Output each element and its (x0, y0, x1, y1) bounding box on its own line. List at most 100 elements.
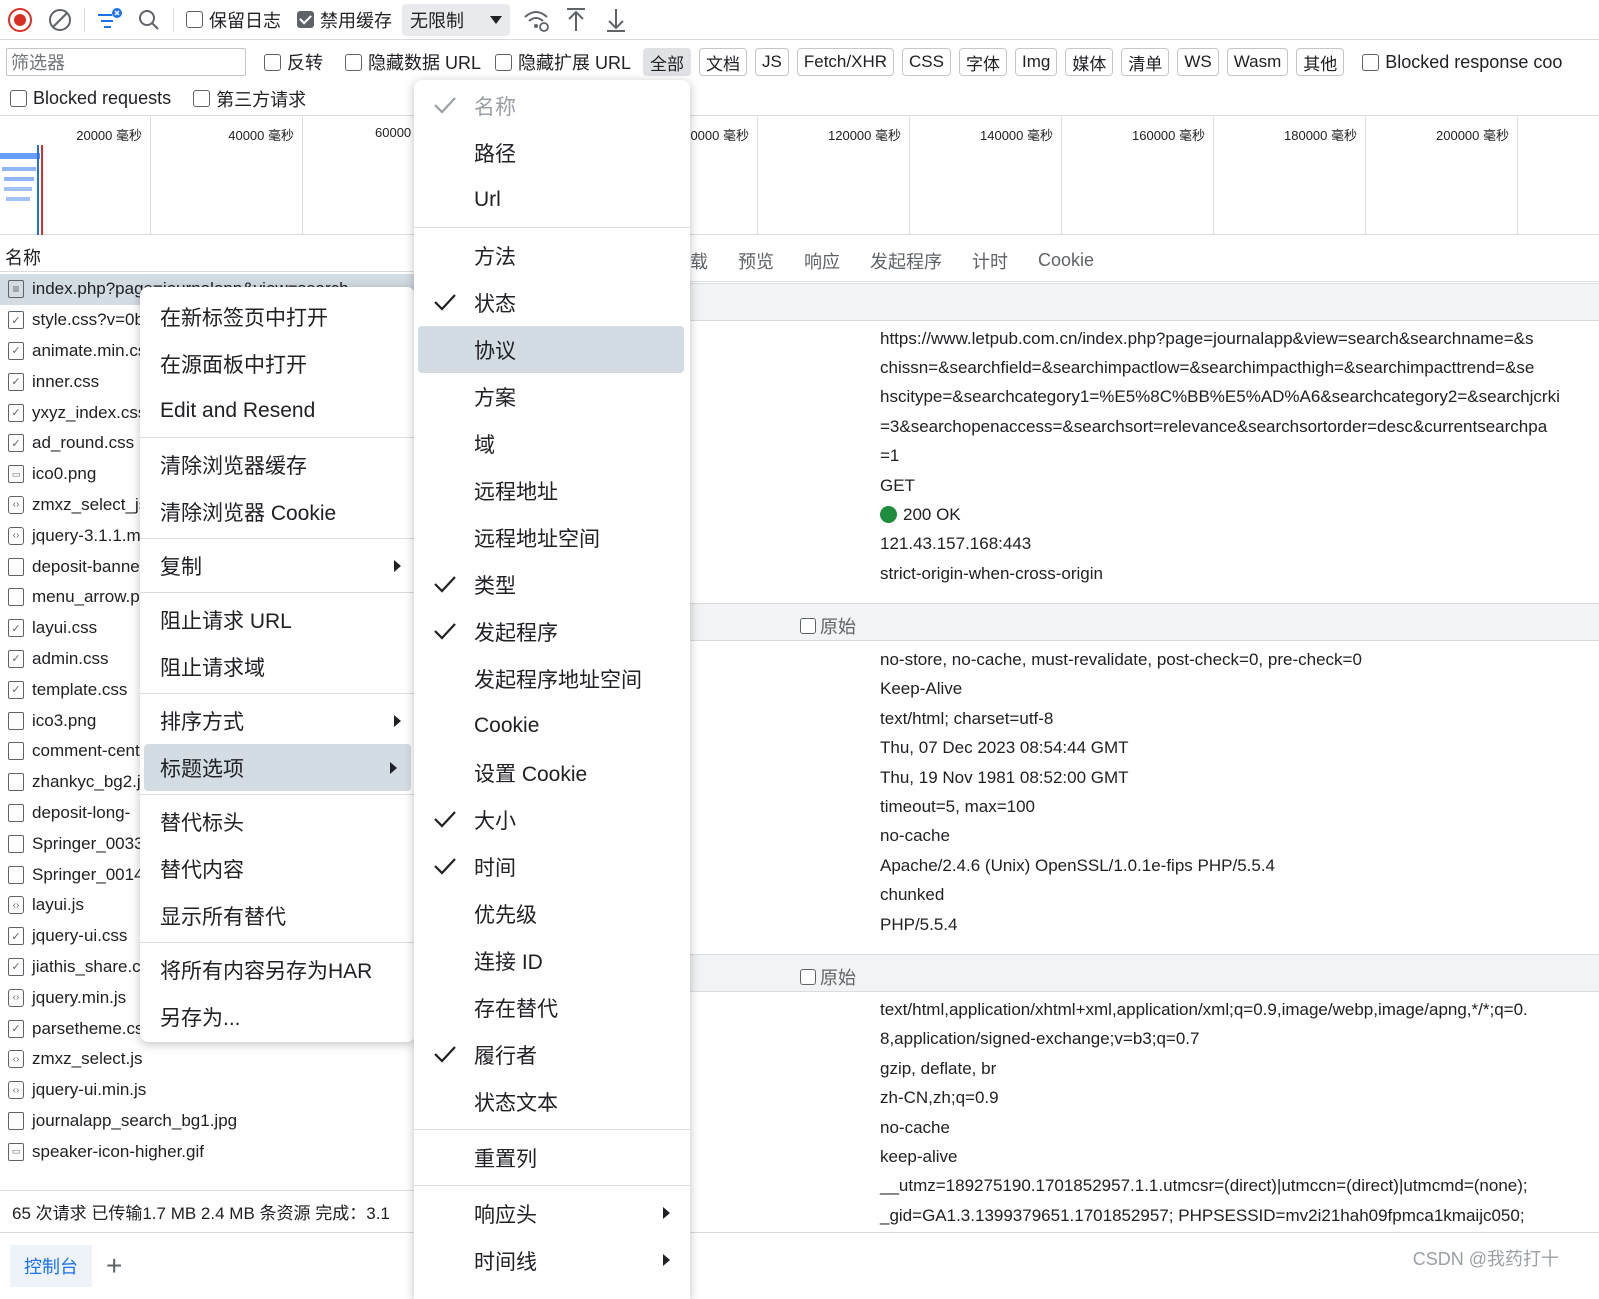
column-option-item[interactable]: 发起程序 (414, 608, 690, 655)
filter-toggle-button[interactable] (89, 2, 129, 38)
name-column-header[interactable]: 名称 (0, 236, 420, 272)
column-option-item[interactable]: 方法 (414, 232, 690, 279)
type-filter-all[interactable]: 全部 (643, 48, 692, 76)
column-option-item[interactable]: 响应头 (414, 1190, 690, 1237)
hide-extension-urls-checkbox[interactable]: 隐藏扩展 URL (495, 49, 631, 75)
menu-item-open-in-new-tab[interactable]: 在新标签页中打开 (140, 293, 415, 340)
column-option-item[interactable]: 协议 (418, 326, 684, 373)
menu-item-show-all-overrides[interactable]: 显示所有替代 (140, 892, 415, 939)
tab-cookies[interactable]: Cookie (1038, 250, 1094, 271)
menu-item-save-all-as-har[interactable]: 将所有内容另存为HAR (140, 946, 415, 993)
column-option-item[interactable]: 存在替代 (414, 984, 690, 1031)
header-options-submenu: 名称 路径 Url 方法 状态 协议 方案域远程地址 远程地址空间 类型 发起程序 发起程序地址空间… (414, 80, 690, 1299)
general-section-header[interactable] (690, 283, 1599, 321)
type-filter-css[interactable]: CSS (902, 48, 951, 76)
tab-initiator[interactable]: 发起程序 (870, 248, 942, 274)
search-button[interactable] (129, 2, 169, 38)
type-filter-doc[interactable]: 文档 (699, 48, 748, 76)
column-option-item[interactable]: Cookie (414, 702, 690, 749)
request-name: style.css?v=0b (32, 310, 144, 330)
column-option-item[interactable]: 远程地址 (414, 467, 690, 514)
type-filter-fetch-xhr[interactable]: Fetch/XHR (796, 48, 895, 76)
menu-item-save-as[interactable]: 另存为... (140, 993, 415, 1040)
import-har-button[interactable] (556, 2, 596, 38)
hide-extension-urls-label: 隐藏扩展 URL (518, 53, 632, 73)
checkbox-checked-icon (297, 11, 314, 28)
drawer-tab-bar: 控制台 + (0, 1232, 1599, 1299)
column-option-item[interactable]: 优先级 (414, 890, 690, 937)
column-option-item[interactable]: 方案 (414, 373, 690, 420)
type-filter-manifest[interactable]: 清单 (1121, 48, 1170, 76)
overview-tick: 20000 毫秒 (76, 128, 142, 143)
menu-item-block-domain[interactable]: 阻止请求域 (140, 643, 415, 690)
overview-column: 160000 毫秒 (1062, 117, 1214, 235)
disable-cache-checkbox[interactable]: 禁用缓存 (297, 7, 392, 33)
stop-recording-button[interactable] (0, 2, 40, 38)
menu-item-header-options[interactable]: 标题选项 (144, 744, 411, 791)
column-option-item[interactable]: 时间线 (414, 1237, 690, 1284)
raw-headers-checkbox[interactable]: 原始 (800, 964, 856, 990)
type-filter-other[interactable]: 其他 (1296, 48, 1345, 76)
menu-item-label: 复制 (160, 555, 202, 579)
tab-console[interactable]: 控制台 (10, 1245, 92, 1287)
network-conditions-button[interactable] (516, 2, 556, 38)
checkmark-icon (434, 1046, 456, 1063)
column-option-item[interactable]: 时间 (414, 843, 690, 890)
preserve-log-checkbox[interactable]: 保留日志 (186, 7, 281, 33)
type-filter-img[interactable]: Img (1014, 48, 1058, 76)
menu-item-edit-and-resend[interactable]: Edit and Resend (140, 387, 415, 434)
script-icon (8, 526, 24, 545)
type-filter-media[interactable]: 媒体 (1065, 48, 1114, 76)
tab-payload[interactable]: 载 (690, 248, 708, 274)
blocked-response-cookies-checkbox[interactable]: Blocked response coo (1362, 52, 1562, 73)
third-party-checkbox[interactable]: 第三方请求 (193, 86, 306, 112)
table-row[interactable]: jquery-ui.min.js (0, 1075, 420, 1106)
type-filter-ws[interactable]: WS (1177, 48, 1219, 76)
table-row[interactable]: journalapp_search_bg1.jpg (0, 1106, 420, 1137)
request-name: deposit-banner (32, 556, 146, 576)
file-icon (8, 1111, 24, 1130)
menu-item-copy[interactable]: 复制 (140, 542, 415, 589)
type-filter-font[interactable]: 字体 (958, 48, 1007, 76)
request-headers-section-header[interactable]: 原始 (690, 954, 1599, 992)
response-headers-section-header[interactable]: 原始 (690, 603, 1599, 641)
column-option-item[interactable]: 履行者 (414, 1031, 690, 1078)
column-option-item[interactable]: 大小 (414, 796, 690, 843)
type-filter-js[interactable]: JS (755, 48, 789, 76)
blocked-requests-checkbox[interactable]: Blocked requests (10, 88, 171, 109)
add-tab-button[interactable]: + (106, 1250, 122, 1282)
stylesheet-icon (8, 372, 24, 391)
tab-response[interactable]: 响应 (804, 248, 840, 274)
tab-timing[interactable]: 计时 (972, 248, 1008, 274)
menu-item-override-headers[interactable]: 替代标头 (140, 798, 415, 845)
column-option-item[interactable]: Url (414, 176, 690, 223)
column-option-item[interactable]: 发起程序地址空间 (414, 655, 690, 702)
column-option-item[interactable]: 连接 ID (414, 937, 690, 984)
throttling-select[interactable]: 无限制 (402, 3, 510, 36)
column-option-item[interactable]: 域 (414, 420, 690, 467)
column-option-item[interactable]: 状态文本 (414, 1078, 690, 1125)
hide-data-urls-checkbox[interactable]: 隐藏数据 URL (345, 49, 481, 75)
column-option-item[interactable]: 设置 Cookie (414, 749, 690, 796)
column-option-item[interactable]: 远程地址空间 (414, 514, 690, 561)
menu-item-open-in-sources[interactable]: 在源面板中打开 (140, 340, 415, 387)
table-row[interactable]: speaker-icon-higher.gif (0, 1136, 420, 1167)
filter-input[interactable]: 筛选器 (6, 48, 246, 76)
tab-preview[interactable]: 预览 (738, 248, 774, 274)
clear-button[interactable] (40, 2, 80, 38)
network-overview[interactable]: 20000 毫秒 40000 毫秒 60000 0000 毫秒 120000 毫… (0, 117, 1599, 235)
table-row[interactable]: zmxz_select.js (0, 1044, 420, 1075)
column-option-item[interactable]: 路径 (414, 129, 690, 176)
column-option-item[interactable]: 状态 (414, 279, 690, 326)
menu-item-block-url[interactable]: 阻止请求 URL (140, 596, 415, 643)
menu-item-clear-cookies[interactable]: 清除浏览器 Cookie (140, 488, 415, 535)
type-filter-wasm[interactable]: Wasm (1226, 48, 1289, 76)
export-har-button[interactable] (596, 2, 636, 38)
raw-headers-checkbox[interactable]: 原始 (800, 613, 856, 639)
column-option-item[interactable]: 类型 (414, 561, 690, 608)
menu-item-override-content[interactable]: 替代内容 (140, 845, 415, 892)
menu-item-clear-cache[interactable]: 清除浏览器缓存 (140, 441, 415, 488)
invert-checkbox[interactable]: 反转 (264, 49, 323, 75)
menu-item-sort-by[interactable]: 排序方式 (140, 697, 415, 744)
column-option-item[interactable]: 重置列 (414, 1134, 690, 1181)
